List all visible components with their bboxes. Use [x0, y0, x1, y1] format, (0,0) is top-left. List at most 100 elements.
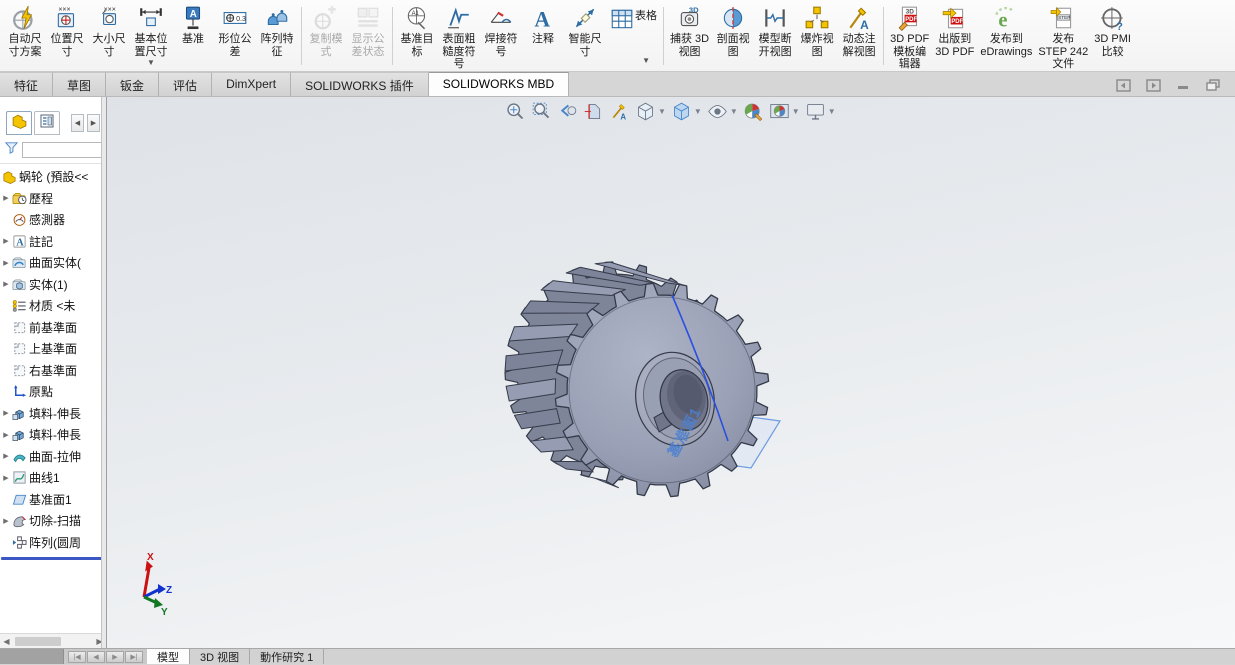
ribbon-item-location-dimension[interactable]: ××× 位置尺 寸	[46, 1, 88, 71]
tab-dimxpert[interactable]: DimXpert	[212, 72, 292, 96]
headsup-section-view[interactable]	[581, 99, 606, 124]
tree-item-boss-extrude1[interactable]: ▶ 填料-伸長	[0, 403, 106, 425]
headsup-view-settings[interactable]: ▼	[803, 99, 838, 124]
scroll-left-arrow[interactable]: ◀	[0, 637, 13, 646]
dropdown-arrow-icon[interactable]: ▼	[642, 57, 650, 65]
ribbon-item-publish-step-242[interactable]: STEP 发布 STEP 242 文件	[1035, 1, 1091, 71]
ribbon-item-tables[interactable]: 表格 ▼	[606, 1, 660, 71]
restore-button[interactable]	[1205, 78, 1221, 92]
expand-caret-icon[interactable]: ▶	[0, 431, 12, 439]
graphics-viewport[interactable]: 基准面1 X Z Y A ▼ ▼ ▼ ▼ ▼	[107, 97, 1235, 648]
tree-item-surface-bodies[interactable]: ▶ 曲面实体(	[0, 252, 106, 274]
tree-item-curve1[interactable]: ▶ 曲线1	[0, 467, 106, 489]
headsup-view-orientation[interactable]: ▼	[633, 99, 668, 124]
ribbon-item-surface-finish-symbol[interactable]: 表面粗 糙度符 号	[438, 1, 480, 71]
tree-item-solid-bodies[interactable]: ▶ 实体(1)	[0, 274, 106, 296]
headsup-apply-scene[interactable]: ▼	[767, 99, 802, 124]
panel-forward-arrow[interactable]: ▶	[87, 114, 100, 132]
ribbon-item-basic-location-dimension[interactable]: 基本位 置尺寸 ▼	[130, 1, 172, 71]
svg-text:STEP: STEP	[1059, 15, 1071, 20]
collapse-pane-right-button[interactable]	[1145, 78, 1161, 92]
tab-solidworks-mbd[interactable]: SOLIDWORKS MBD	[428, 72, 570, 96]
tree-item-right-plane[interactable]: 右基準面	[0, 360, 106, 382]
tree-item-cut-sweep[interactable]: ▶ 切除-扫描	[0, 510, 106, 532]
rollback-bar[interactable]	[1, 557, 105, 560]
expand-caret-icon[interactable]: ▶	[0, 280, 12, 288]
ribbon-item-smart-dimension[interactable]: 智能尺 寸	[564, 1, 606, 71]
headsup-edit-appearance[interactable]	[741, 99, 766, 124]
headsup-zoom-to-fit[interactable]	[503, 99, 528, 124]
gear-model[interactable]	[504, 261, 770, 498]
tree-item-front-plane[interactable]: 前基準面	[0, 317, 106, 339]
ribbon-item-dynamic-annotation-views[interactable]: A 动态注 解视图	[838, 1, 880, 71]
tree-item-material[interactable]: 材质 <未	[0, 295, 106, 317]
tree-root-worm-gear[interactable]: 蜗轮 (預設<<	[0, 166, 106, 188]
headsup-zoom-to-area[interactable]	[529, 99, 554, 124]
panel-back-arrow[interactable]: ◀	[71, 114, 84, 132]
headsup-previous-view[interactable]	[555, 99, 580, 124]
ribbon-item-geometric-tolerance[interactable]: 0.3 形位公 差	[214, 1, 256, 71]
panel-horizontal-scrollbar[interactable]: ◀ ▶	[0, 633, 106, 648]
expand-caret-icon[interactable]: ▶	[0, 474, 12, 482]
tree-item-annotations[interactable]: ▶ A 註記	[0, 231, 106, 253]
expand-caret-icon[interactable]: ▶	[0, 237, 12, 245]
tab-sketch[interactable]: 草图	[53, 72, 107, 96]
ribbon-item-section-view[interactable]: 剖面视 图	[712, 1, 754, 71]
ribbon-item-model-break-view[interactable]: 模型断 开视图	[754, 1, 796, 71]
ribbon-item-publish-to-3d-pdf[interactable]: PDF 出版到 3D PDF	[932, 1, 977, 71]
tree-item-top-plane[interactable]: 上基準面	[0, 338, 106, 360]
tab-solidworks-add-ins[interactable]: SOLIDWORKS 插件	[291, 72, 429, 96]
ribbon-item-size-dimension[interactable]: ××× 大小尺 寸	[88, 1, 130, 71]
tree-item-sensors[interactable]: 感測器	[0, 209, 106, 231]
ribbon-item-weld-symbol[interactable]: 焊接符 号	[480, 1, 522, 71]
feature-manager-tab[interactable]	[6, 111, 32, 135]
ribbon-item-datum-target[interactable]: A1 基准目 标	[396, 1, 438, 71]
bottom-tab-model[interactable]: 模型	[147, 649, 190, 664]
collapse-pane-left-button[interactable]	[1115, 78, 1131, 92]
expand-caret-icon[interactable]: ▶	[0, 409, 12, 417]
tab-evaluate[interactable]: 评估	[159, 72, 213, 96]
display-pane-tab[interactable]	[34, 111, 60, 135]
minimize-button[interactable]	[1175, 78, 1191, 92]
tree-item-boss-extrude2[interactable]: ▶ 填料-伸長	[0, 424, 106, 446]
headsup-dynamic-annotation-views[interactable]: A	[607, 99, 632, 124]
ribbon-item-3d-pmi-compare[interactable]: ? 3D PMI 比较	[1091, 1, 1134, 71]
tree-item-circular-pattern[interactable]: 阵列(圆周	[0, 532, 106, 554]
expand-caret-icon[interactable]: ▶	[0, 259, 12, 267]
scrollbar-thumb[interactable]	[15, 636, 61, 646]
dropdown-arrow-icon[interactable]: ▼	[730, 107, 738, 116]
expand-caret-icon[interactable]: ▶	[0, 452, 12, 460]
last-frame-button[interactable]: ▶|	[125, 650, 143, 663]
tree-item-history[interactable]: ▶ 歷程	[0, 188, 106, 210]
panel-splitter[interactable]	[101, 97, 106, 648]
tree-item-surface-extrude[interactable]: ▶ 曲面-拉伸	[0, 446, 106, 468]
ribbon-item-capture-3d-view[interactable]: 3D 捕获 3D 视图	[667, 1, 712, 71]
bottom-tab-motion-study-1[interactable]: 動作研究 1	[250, 649, 325, 664]
bottom-tab-3d-views[interactable]: 3D 视图	[190, 649, 251, 664]
headsup-display-style[interactable]: ▼	[669, 99, 704, 124]
tree-filter-input[interactable]	[22, 142, 102, 158]
first-frame-button[interactable]: |◀	[68, 650, 86, 663]
dropdown-arrow-icon[interactable]: ▼	[147, 59, 155, 67]
ribbon-item-publish-to-edrawings[interactable]: e 发布到 eDrawings	[977, 1, 1035, 71]
prev-frame-button[interactable]: ◀	[87, 650, 105, 663]
tab-features[interactable]: 特征	[0, 72, 54, 96]
ribbon-item-note[interactable]: A 注释	[522, 1, 564, 71]
dropdown-arrow-icon[interactable]: ▼	[828, 107, 836, 116]
expand-caret-icon[interactable]: ▶	[0, 517, 12, 525]
tab-sheet-metal[interactable]: 钣金	[106, 72, 160, 96]
ribbon-item-3d-pdf-template-editor[interactable]: 3D PDF 3D PDF 模板编 辑器	[887, 1, 932, 71]
expand-caret-icon[interactable]: ▶	[0, 194, 12, 202]
next-frame-button[interactable]: ▶	[106, 650, 124, 663]
dropdown-arrow-icon[interactable]: ▼	[694, 107, 702, 116]
ribbon-item-datum[interactable]: A 基准	[172, 1, 214, 71]
tree-item-origin[interactable]: 原點	[0, 381, 106, 403]
3d-scene[interactable]: 基准面1 X Z Y	[107, 97, 1235, 648]
ribbon-item-pattern-feature[interactable]: 阵列特 征	[256, 1, 298, 71]
headsup-hide-show-items[interactable]: ▼	[705, 99, 740, 124]
ribbon-item-exploded-view[interactable]: 爆炸视 图	[796, 1, 838, 71]
tree-item-plane1[interactable]: 基准面1	[0, 489, 106, 511]
dropdown-arrow-icon[interactable]: ▼	[792, 107, 800, 116]
ribbon-item-auto-dim-scheme[interactable]: 自动尺 寸方案	[4, 1, 46, 71]
dropdown-arrow-icon[interactable]: ▼	[658, 107, 666, 116]
